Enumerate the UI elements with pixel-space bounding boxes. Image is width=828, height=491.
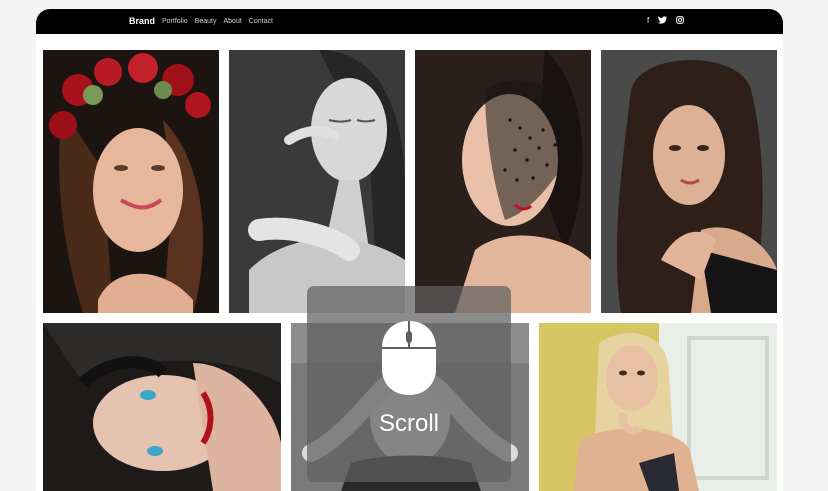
instagram-icon[interactable] xyxy=(676,16,685,27)
photo-flower-crown-portrait[interactable] xyxy=(43,50,219,313)
top-navbar: Brand Portfolio Beauty About Contact f xyxy=(36,9,783,34)
twitter-icon[interactable] xyxy=(658,16,668,27)
nav-links: Portfolio Beauty About Contact xyxy=(162,17,273,26)
nav-link-portfolio[interactable]: Portfolio xyxy=(162,17,188,26)
social-links: f xyxy=(647,16,685,27)
facebook-icon[interactable]: f xyxy=(647,16,649,27)
scroll-hint-overlay[interactable]: Scroll xyxy=(307,286,511,482)
brand-logo[interactable]: Brand xyxy=(129,16,155,27)
nav-link-contact[interactable]: Contact xyxy=(249,17,273,26)
photo-bw-eyes-closed-portrait[interactable] xyxy=(229,50,405,313)
photo-dark-hair-portrait[interactable] xyxy=(601,50,777,313)
scroll-label: Scroll xyxy=(378,410,439,437)
nav-link-beauty[interactable]: Beauty xyxy=(195,17,217,26)
photo-veil-profile-portrait[interactable] xyxy=(415,50,591,313)
nav-link-about[interactable]: About xyxy=(223,17,241,26)
photo-blonde-yellow-wall-portrait[interactable] xyxy=(539,323,777,491)
mouse-icon xyxy=(382,321,436,395)
photo-blue-eyes-portrait[interactable] xyxy=(43,323,281,491)
